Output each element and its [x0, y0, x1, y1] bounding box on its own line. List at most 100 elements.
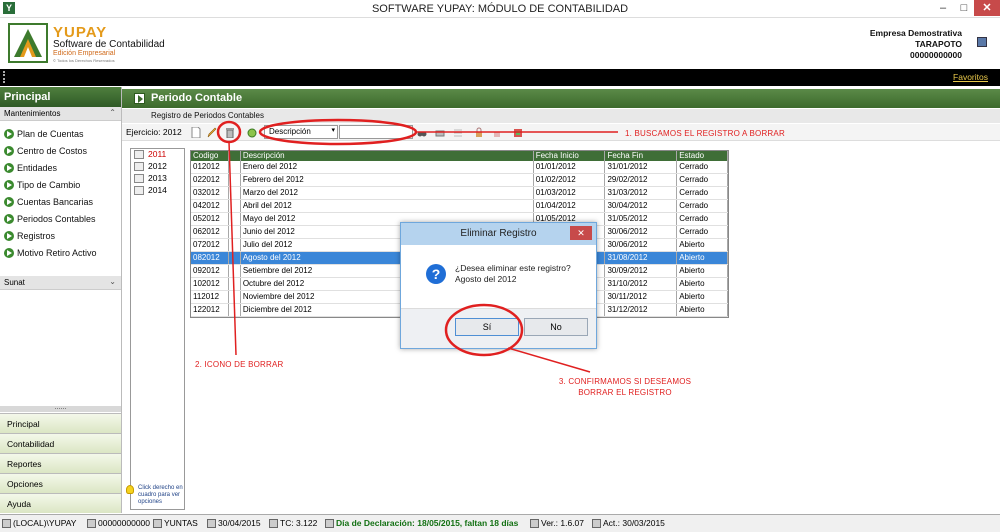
- sidebar-item-periodos-contables[interactable]: Periodos Contables: [0, 210, 121, 227]
- nav-button-ayuda[interactable]: Ayuda: [0, 493, 121, 513]
- year-item-2013[interactable]: 2013: [131, 173, 184, 185]
- sidebar-item-label: Motivo Retiro Activo: [17, 247, 97, 258]
- table-row[interactable]: 042012 Abril del 2012 01/04/2012 30/04/2012…: [191, 200, 728, 213]
- expand-chevron-icon[interactable]: ⌄: [109, 277, 116, 286]
- print-icon[interactable]: [435, 127, 445, 138]
- edit-pencil-icon[interactable]: [207, 127, 217, 138]
- table-header: Codigo Descripción Fecha Inicio Fecha Fi…: [191, 151, 728, 161]
- table-cell: 01/02/2012: [534, 174, 606, 186]
- close-window-button[interactable]: ✕: [974, 0, 1000, 16]
- column-header[interactable]: Estado: [677, 151, 728, 161]
- nav-button-principal[interactable]: Principal: [0, 413, 121, 433]
- section-sunat-label: Sunat: [4, 278, 25, 287]
- lock-icon[interactable]: [474, 127, 484, 138]
- table-cell: 072012: [191, 239, 229, 251]
- binoculars-icon[interactable]: [417, 127, 427, 138]
- sidebar-item-motivo-retiro-activo[interactable]: Motivo Retiro Activo: [0, 244, 121, 261]
- list-icon[interactable]: [453, 127, 463, 138]
- new-document-icon[interactable]: [191, 127, 201, 138]
- refresh-icon[interactable]: [247, 127, 257, 138]
- year-tree: 2011 2012 2013 2014: [130, 148, 185, 510]
- sidebar-item-plan-de-cuentas[interactable]: Plan de Cuentas: [0, 125, 121, 142]
- table-cell: Febrero del 2012: [241, 174, 534, 186]
- table-cell: 062012: [191, 226, 229, 238]
- nav-button-contabilidad[interactable]: Contabilidad: [0, 433, 121, 453]
- yes-button[interactable]: Sí: [455, 318, 519, 336]
- status-ruc-text: 00000000000: [98, 518, 151, 528]
- content-header: Periodo Contable: [122, 89, 1000, 108]
- table-row[interactable]: 012012 Enero del 2012 01/01/2012 31/01/2012…: [191, 161, 728, 174]
- year-label: 2013: [148, 173, 167, 183]
- table-cell: 102012: [191, 278, 229, 290]
- table-cell: [229, 265, 241, 277]
- table-cell: Cerrado: [677, 161, 728, 173]
- unlock-icon[interactable]: [492, 127, 502, 138]
- dialog-close-button[interactable]: ✕: [570, 226, 592, 240]
- table-cell: 30/06/2012: [605, 239, 678, 251]
- arrow-circle-icon: [4, 196, 14, 207]
- column-header[interactable]: Codigo: [191, 151, 229, 161]
- sidebar-item-label: Tipo de Cambio: [17, 179, 81, 190]
- year-item-2014[interactable]: 2014: [131, 185, 184, 197]
- calendar-icon: [207, 519, 216, 528]
- dollar-icon: [269, 519, 278, 528]
- table-row[interactable]: 032012 Marzo del 2012 01/03/2012 31/03/2012…: [191, 187, 728, 200]
- sidebar-item-centro-de-costos[interactable]: Centro de Costos: [0, 142, 121, 159]
- sidebar-item-registros[interactable]: Registros: [0, 227, 121, 244]
- no-button[interactable]: No: [524, 318, 588, 336]
- server-icon: [2, 519, 11, 528]
- calendar-icon: [134, 162, 144, 171]
- table-cell: 30/09/2012: [605, 265, 678, 277]
- favorites-link[interactable]: Favoritos: [953, 72, 988, 82]
- nav-button-opciones[interactable]: Opciones: [0, 473, 121, 493]
- column-header[interactable]: Fecha Inicio: [534, 151, 606, 161]
- arrow-circle-icon: [4, 230, 14, 241]
- maximize-button[interactable]: □: [953, 0, 975, 16]
- search-input[interactable]: [339, 125, 413, 139]
- company-name: Empresa Demostrativa: [869, 28, 962, 38]
- chevron-down-icon: ▾: [331, 127, 335, 134]
- table-cell: Abierto: [677, 265, 728, 277]
- arrow-right-icon: [134, 93, 145, 104]
- trash-delete-icon[interactable]: [225, 127, 235, 138]
- search-field-value: Descripción: [269, 127, 311, 136]
- status-user: YUNTAS: [153, 518, 198, 528]
- table-row[interactable]: 022012 Febrero del 2012 01/02/2012 29/02/20…: [191, 174, 728, 187]
- dialog-record-name: Agosto del 2012: [455, 274, 517, 284]
- table-cell: Cerrado: [677, 226, 728, 238]
- table-cell: 31/12/2012: [605, 304, 678, 316]
- column-header[interactable]: Fecha Fin: [605, 151, 678, 161]
- nav-button-reportes[interactable]: Reportes: [0, 453, 121, 473]
- table-cell: 112012: [191, 291, 229, 303]
- table-cell: 022012: [191, 174, 229, 186]
- table-cell: 01/03/2012: [534, 187, 606, 199]
- annotation-line-yes: [507, 347, 591, 373]
- section-sunat[interactable]: Sunat ⌄: [0, 276, 121, 290]
- search-field-select[interactable]: Descripción ▾: [264, 125, 338, 139]
- sidebar-item-tipo-de-cambio[interactable]: Tipo de Cambio: [0, 176, 121, 193]
- year-item-2012[interactable]: 2012: [131, 161, 184, 173]
- app-header: YUPAY Software de Contabilidad Edición E…: [0, 18, 1000, 69]
- status-version-text: Ver.: 1.6.07: [541, 518, 585, 528]
- splitter-handle[interactable]: ......: [0, 404, 121, 412]
- network-icon[interactable]: [977, 37, 987, 47]
- column-header: [229, 151, 241, 161]
- status-server-text: (LOCAL)\YUPAY: [13, 518, 77, 528]
- tab-registro-periodos[interactable]: Registro de Periodos Contables: [151, 111, 264, 120]
- table-cell: 042012: [191, 200, 229, 212]
- column-header[interactable]: Descripción: [241, 151, 534, 161]
- collapse-chevron-icon[interactable]: ⌃: [109, 108, 116, 117]
- lightbulb-icon: [126, 485, 134, 494]
- arrow-circle-icon: [4, 213, 14, 224]
- table-cell: 29/02/2012: [605, 174, 678, 186]
- section-mantenimientos[interactable]: Mantenimientos ⌃: [0, 107, 121, 121]
- table-cell: 30/11/2012: [605, 291, 678, 303]
- year-item-2011[interactable]: 2011: [131, 149, 184, 161]
- table-cell: Cerrado: [677, 200, 728, 212]
- export-icon[interactable]: [513, 127, 523, 138]
- sidebar-item-cuentas-bancarias[interactable]: Cuentas Bancarias: [0, 193, 121, 210]
- status-version: Ver.: 1.6.07: [530, 518, 584, 528]
- grip-icon: [3, 71, 5, 83]
- sidebar-item-entidades[interactable]: Entidades: [0, 159, 121, 176]
- minimize-button[interactable]: –: [932, 0, 954, 16]
